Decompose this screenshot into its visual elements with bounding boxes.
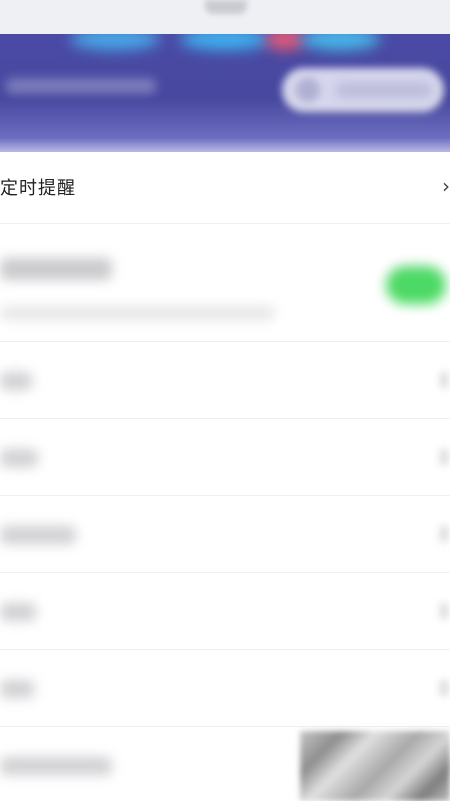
settings-row-label: [0, 757, 112, 775]
toggle-setting-row: [0, 224, 450, 342]
settings-row[interactable]: [0, 496, 450, 573]
chevron-right-icon: [440, 372, 448, 388]
banner-decoration: [265, 34, 305, 50]
toggle-setting-title: [0, 258, 112, 280]
toggle-switch[interactable]: [386, 266, 446, 304]
settings-row-label: [0, 372, 32, 390]
toggle-setting-description: [0, 306, 275, 320]
status-notch: [205, 0, 247, 14]
banner-decoration: [300, 34, 380, 50]
settings-row-label: [0, 449, 38, 467]
promo-banner[interactable]: [0, 34, 450, 152]
floating-image[interactable]: [300, 731, 450, 801]
settings-list: 定时提醒 ›: [0, 152, 450, 801]
banner-button-icon: [296, 78, 320, 102]
settings-row-label: [0, 603, 36, 621]
settings-screen: 定时提醒 ›: [0, 0, 450, 801]
chevron-right-icon: [440, 526, 448, 542]
settings-row[interactable]: [0, 342, 450, 419]
scheduled-reminder-label: 定时提醒: [0, 178, 76, 199]
settings-row[interactable]: [0, 573, 450, 650]
banner-text: [6, 78, 156, 94]
chevron-right-icon: ›: [442, 174, 450, 198]
scheduled-reminder-row[interactable]: 定时提醒 ›: [0, 152, 450, 224]
settings-row-label: [0, 526, 76, 544]
settings-row-label: [0, 680, 34, 698]
banner-decoration: [70, 34, 160, 50]
chevron-right-icon: [440, 449, 448, 465]
banner-decoration: [180, 34, 270, 50]
settings-row[interactable]: [0, 650, 450, 727]
chevron-right-icon: [440, 603, 448, 619]
status-bar: [0, 0, 450, 34]
chevron-right-icon: [440, 680, 448, 696]
banner-button-label: [336, 82, 432, 98]
settings-row[interactable]: [0, 419, 450, 496]
